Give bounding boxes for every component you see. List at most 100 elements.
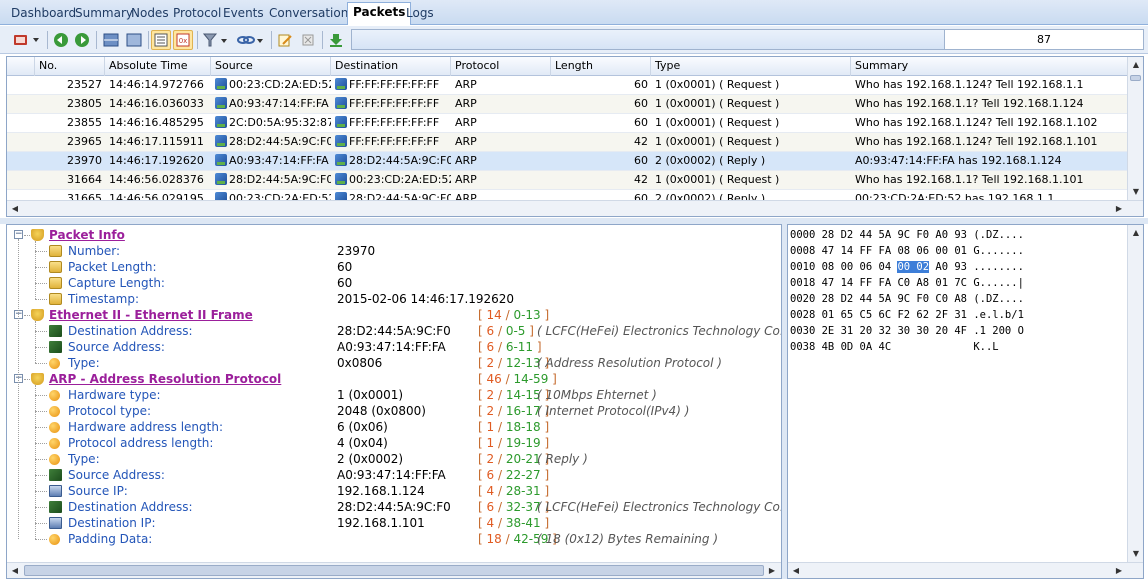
table-row[interactable]: 23855 14:46:16.485295 2C:D0:5A:95:32:87 FF:…: [7, 114, 1129, 133]
tab-events[interactable]: Events: [218, 4, 269, 24]
hex-line[interactable]: 0020 28 D2 44 5A 9C F0 C0 A8 (.DZ....: [790, 291, 1024, 307]
field-value: 60: [337, 276, 353, 290]
table-row[interactable]: 23805 14:46:16.036033 A0:93:47:14:FF:FA FF:…: [7, 95, 1129, 114]
tree-field[interactable]: Destination Address: 28:D2:44:5A:9C:F0[ 6…: [7, 323, 781, 339]
link-button[interactable]: [235, 30, 267, 50]
export-button[interactable]: [326, 30, 346, 50]
delete-icon: [302, 34, 314, 46]
scroll-down-arrow[interactable]: ▼: [1128, 546, 1143, 562]
scroll-right-arrow[interactable]: ▶: [764, 563, 780, 578]
protocol-section-icon: [31, 309, 44, 321]
decode-view-button[interactable]: [151, 30, 171, 50]
tree-field[interactable]: Padding Data:[ 18 / 42-59 ]( 18 (0x12) B…: [7, 531, 767, 547]
hex-text: 0030 2E 31 20 32 30 30 20 4F .1 200 O: [790, 325, 1024, 337]
scroll-up-arrow[interactable]: ▲: [1128, 225, 1143, 241]
tab-conversations[interactable]: Conversations: [264, 4, 360, 24]
collapse-toggle[interactable]: −: [14, 230, 23, 239]
tree-field[interactable]: Source IP: 192.168.1.124 [ 4 / 28-31 ]: [7, 483, 767, 499]
hex-hscrollbar[interactable]: ◀ ▶: [788, 562, 1143, 578]
column-header-length[interactable]: Length: [551, 57, 651, 76]
column-header-source[interactable]: Source: [211, 57, 331, 76]
tree-section[interactable]: − Packet Info: [7, 227, 767, 243]
tree-connector: [35, 475, 47, 476]
scroll-left-arrow[interactable]: ◀: [788, 563, 804, 578]
hex-view-button[interactable]: 0x: [173, 30, 193, 50]
tree-connector: [35, 299, 47, 300]
tab-logs[interactable]: Logs: [401, 4, 439, 24]
cell-destination: FF:FF:FF:FF:FF:FF: [331, 133, 451, 152]
column-header-time[interactable]: Absolute Time: [105, 57, 211, 76]
tree-field[interactable]: Destination IP: 192.168.1.101 [ 4 / 38-41 …: [7, 515, 767, 531]
tree-field[interactable]: Hardware address length: 6 (0x06) [ 1 / 18…: [7, 419, 767, 435]
scroll-right-arrow[interactable]: ▶: [1111, 563, 1127, 578]
back-button[interactable]: [52, 30, 70, 50]
scroll-right-arrow[interactable]: ▶: [1111, 201, 1127, 216]
hex-line[interactable]: 0038 4B 0D 0A 4C K..L: [790, 339, 999, 355]
table-row[interactable]: 31664 14:46:56.028376 28:D2:44:5A:9C:F0 00:…: [7, 171, 1129, 190]
layout-vertical-button[interactable]: [124, 30, 144, 50]
tree-field[interactable]: Source Address: A0:93:47:14:FF:FA [ 6 / 6-…: [7, 339, 767, 355]
tree-field[interactable]: Timestamp: 2015-02-06 14:46:17.192620: [7, 291, 767, 307]
tree-section[interactable]: − Ethernet II - Ethernet II Frame[ 14 / 0…: [7, 307, 767, 323]
packet-list-vscrollbar[interactable]: ▲ ▼: [1127, 57, 1143, 200]
hex-line[interactable]: 0028 01 65 C5 6C F2 62 2F 31 .e.l.b/1: [790, 307, 1024, 323]
column-header-summary[interactable]: Summary: [851, 57, 1129, 76]
layout-horizontal-button[interactable]: [101, 30, 121, 50]
forward-button[interactable]: [73, 30, 91, 50]
table-row[interactable]: 23527 14:46:14.972766 00:23:CD:2A:ED:52 FF:…: [7, 76, 1129, 95]
field-value: 192.168.1.124: [337, 484, 425, 498]
scroll-down-arrow[interactable]: ▼: [1128, 184, 1143, 200]
column-header-destination[interactable]: Destination: [331, 57, 451, 76]
cell-protocol-text: ARP: [455, 97, 477, 110]
tree-field[interactable]: Packet Length: 60: [7, 259, 767, 275]
column-header-indicator[interactable]: [7, 57, 35, 76]
cell-type-text: 1 (0x0001) ( Request ): [655, 173, 780, 186]
tree-section[interactable]: − ARP - Address Resolution Protocol[ 46 /…: [7, 371, 767, 387]
hex-line[interactable]: 0030 2E 31 20 32 30 30 20 4F .1 200 O: [790, 323, 1024, 339]
edit-button[interactable]: [275, 30, 295, 50]
network-node-icon: [335, 97, 347, 109]
cell-destination: FF:FF:FF:FF:FF:FF: [331, 95, 451, 114]
hex-line[interactable]: 0018 47 14 FF FA C0 A8 01 7C G......|: [790, 275, 1024, 291]
column-header-protocol[interactable]: Protocol: [451, 57, 551, 76]
cell-time-text: 14:46:16.485295: [109, 116, 204, 129]
tab-nodes[interactable]: Nodes: [126, 4, 174, 24]
scroll-left-arrow[interactable]: ◀: [7, 201, 23, 216]
filter-button[interactable]: [201, 30, 231, 50]
scroll-left-arrow[interactable]: ◀: [7, 563, 23, 578]
cell-destination: 28:D2:44:5A:9C:F0: [331, 152, 451, 171]
column-header-no[interactable]: No.: [35, 57, 105, 76]
tree-field[interactable]: Number: 23970: [7, 243, 767, 259]
tree-field[interactable]: Source Address: A0:93:47:14:FF:FA [ 6 / 22…: [7, 467, 767, 483]
hex-line[interactable]: 0008 47 14 FF FA 08 06 00 01 G.......: [790, 243, 1024, 259]
tree-field[interactable]: Hardware type: 1 (0x0001)[ 2 / 14-15 ]( 1…: [7, 387, 767, 403]
packet-list-hscrollbar[interactable]: ◀ ▶: [7, 200, 1143, 216]
cell-length: 60: [551, 152, 651, 171]
column-header-type[interactable]: Type: [651, 57, 851, 76]
delete-button[interactable]: [298, 30, 318, 50]
cell-source-text: 28:D2:44:5A:9C:F0: [229, 173, 331, 186]
scroll-up-arrow[interactable]: ▲: [1128, 57, 1143, 73]
cell-time-text: 14:46:56.028376: [109, 173, 204, 186]
scroll-thumb[interactable]: [24, 565, 764, 576]
hex-line[interactable]: 0010 08 00 06 04 00 02 A0 93 ........: [790, 259, 1024, 275]
hex-line[interactable]: 0000 28 D2 44 5A 9C F0 A0 93 (.DZ....: [790, 227, 1024, 243]
scroll-thumb[interactable]: [1130, 75, 1141, 81]
tree-field[interactable]: Capture Length: 60: [7, 275, 767, 291]
tree-field[interactable]: Type: 2 (0x0002)[ 2 / 20-21 ]( Reply ): [7, 451, 767, 467]
tree-field[interactable]: Type: 0x0806[ 2 / 12-13 ]( Address Resolu…: [7, 355, 767, 371]
tree-field[interactable]: Protocol type: 2048 (0x0800)[ 2 / 16-17 ]…: [7, 403, 767, 419]
tree-field[interactable]: Protocol address length: 4 (0x04) [ 1 / 19…: [7, 435, 767, 451]
tree-field[interactable]: Destination Address: 28:D2:44:5A:9C:F0[ 6…: [7, 499, 781, 515]
network-node-icon: [335, 116, 347, 128]
table-row[interactable]: 23965 14:46:17.115911 28:D2:44:5A:9C:F0 FF:…: [7, 133, 1129, 152]
cell-time-text: 14:46:14.972766: [109, 78, 204, 91]
section-title: ARP - Address Resolution Protocol: [49, 372, 282, 386]
hex-vscrollbar[interactable]: ▲ ▼: [1127, 225, 1143, 562]
tree-hscrollbar[interactable]: ◀ ▶: [7, 562, 781, 578]
table-row[interactable]: 23970 14:46:17.192620 A0:93:47:14:FF:FA 28:…: [7, 152, 1129, 171]
cell-type-text: 1 (0x0001) ( Request ): [655, 97, 780, 110]
cell-protocol: ARP: [451, 171, 551, 190]
field-label: Protocol address length:: [68, 436, 214, 450]
capture-menu-button[interactable]: [8, 30, 44, 50]
